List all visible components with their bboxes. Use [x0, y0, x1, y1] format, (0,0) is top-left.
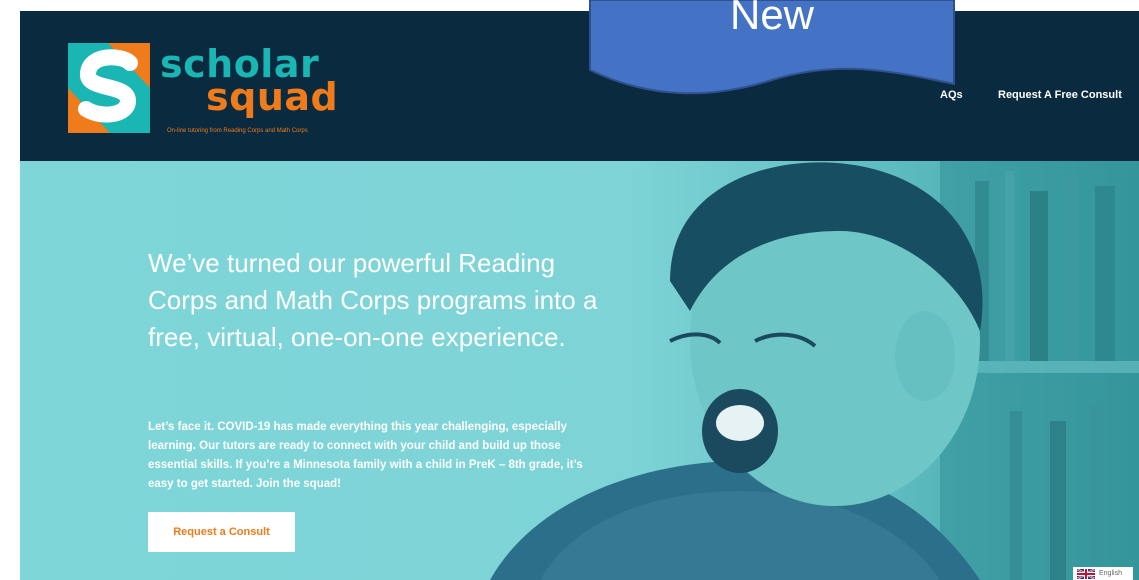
language-label: English	[1099, 570, 1122, 577]
website-frame: scholar squad On-line tutoring from Read…	[20, 0, 1139, 580]
new-banner-label: New	[729, 0, 815, 38]
uk-flag-icon	[1077, 568, 1095, 579]
hero-body-text: Let’s face it. COVID-19 has made everyth…	[148, 421, 583, 490]
logo-tagline: On-line tutoring from Reading Corps and …	[167, 128, 308, 134]
site-header: scholar squad On-line tutoring from Read…	[20, 11, 1139, 161]
language-selector[interactable]: English	[1073, 567, 1133, 580]
scholar-squad-logo-icon[interactable]	[68, 43, 150, 133]
nav-link-request-consult[interactable]: Request A Free Consult	[998, 89, 1122, 101]
hero-section: We’ve turned our powerful Reading Corps …	[20, 161, 1139, 580]
request-consult-button[interactable]: Request a Consult	[148, 512, 295, 552]
hero-headline: We’ve turned our powerful Reading Corps …	[148, 248, 598, 352]
logo-word-squad: squad	[206, 75, 339, 119]
